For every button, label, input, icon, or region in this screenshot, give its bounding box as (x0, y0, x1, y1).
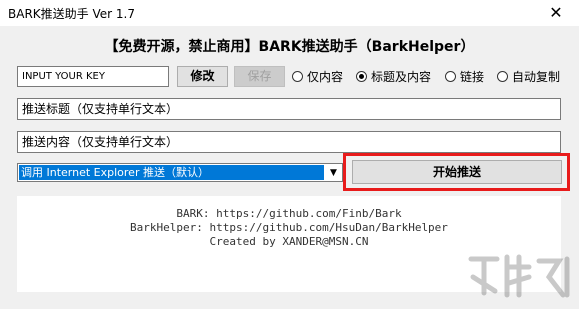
radio-label: 链接 (460, 69, 485, 84)
app-window: BARK推送助手 Ver 1.7 ✕ 【免费开源，禁止商用】BARK推送助手（B… (0, 0, 579, 309)
radio-title-and-content[interactable]: 标题及内容 (356, 68, 431, 84)
window-title: BARK推送助手 Ver 1.7 (8, 7, 135, 21)
radio-content-only[interactable]: 仅内容 (292, 68, 343, 84)
radio-dot[interactable] (292, 70, 303, 82)
radio-label: 自动复制 (512, 69, 561, 84)
radio-auto-copy[interactable]: 自动复制 (497, 68, 560, 84)
radio-dot[interactable] (497, 70, 508, 82)
watermark-logo-icon (468, 254, 570, 298)
info-bark-url: BARK: https://github.com/Finb/Bark (176, 207, 402, 220)
push-method-select[interactable]: 调用 Internet Explorer 推送（默认） ▼ (17, 163, 343, 182)
radio-link[interactable]: 链接 (445, 68, 484, 84)
info-barkhelper-url: BarkHelper: https://github.com/HsuDan/Ba… (130, 221, 448, 234)
start-push-button[interactable]: 开始推送 (352, 160, 562, 184)
push-method-selected[interactable]: 调用 Internet Explorer 推送（默认） (19, 165, 324, 180)
radio-dot-selected[interactable] (356, 70, 367, 82)
edit-button[interactable]: 修改 (177, 66, 228, 87)
close-icon[interactable]: ✕ (533, 0, 579, 26)
key-input[interactable]: INPUT YOUR KEY (17, 66, 169, 87)
chevron-down-icon[interactable]: ▼ (325, 164, 342, 181)
save-button[interactable]: 保存 (234, 66, 285, 87)
app-heading: 【免费开源，禁止商用】BARK推送助手（BarkHelper） (104, 39, 475, 55)
radio-label: 仅内容 (307, 69, 344, 84)
push-content-input[interactable]: 推送内容（仅支持单行文本） (17, 131, 561, 153)
radio-dot[interactable] (445, 70, 456, 82)
radio-label: 标题及内容 (371, 69, 432, 84)
push-title-input[interactable]: 推送标题（仅支持单行文本） (17, 98, 561, 120)
title-bar[interactable]: BARK推送助手 Ver 1.7 ✕ (0, 0, 579, 26)
